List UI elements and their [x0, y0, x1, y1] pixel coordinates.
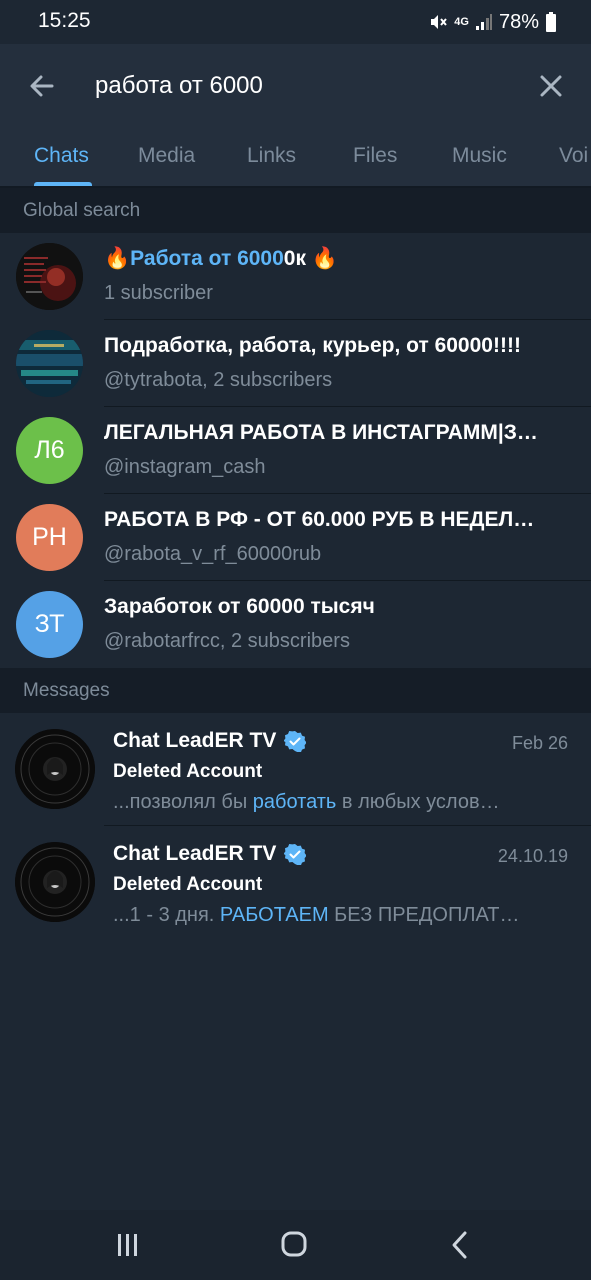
preview-highlight: РАБОТАЕМ — [219, 904, 329, 926]
chat-subtitle: @instagram_cash — [104, 456, 266, 478]
tab-links[interactable]: Links — [247, 144, 296, 168]
chat-subtitle: @tytrabota, 2 subscribers — [104, 369, 333, 391]
search-tabs: Chats Media Links Files Music Voi — [0, 136, 591, 187]
chat-name: Chat LeadER TV — [113, 729, 277, 752]
message-chat-title: Chat LeadER TV — [113, 729, 307, 753]
verified-badge-icon — [284, 844, 307, 865]
chat-subtitle: @rabota_v_rf_60000rub — [104, 543, 322, 565]
title-rest: 0к 🔥 — [283, 247, 338, 270]
section-header-messages: Messages — [0, 668, 591, 713]
global-result-row[interactable]: РН РАБОТА В РФ - ОТ 60.000 РУБ В НЕДЕЛ… … — [0, 494, 591, 581]
battery-icon — [546, 12, 556, 32]
chat-avatar-image — [15, 729, 95, 809]
avatar-initials: РН — [16, 504, 83, 571]
recent-apps-button[interactable] — [108, 1230, 148, 1260]
preview-after: БЕЗ ПРЕДОПЛАТ… — [328, 904, 520, 926]
back-chevron-icon — [452, 1231, 467, 1259]
clear-search-button[interactable] — [533, 68, 569, 104]
recent-apps-icon — [118, 1234, 137, 1256]
chat-title: Заработок от 60000 тысяч — [104, 595, 375, 618]
tab-voice[interactable]: Voi — [559, 144, 588, 168]
chat-subtitle: @rabotarfrcc, 2 subscribers — [104, 630, 350, 652]
avatar-initials: ЗТ — [16, 591, 83, 658]
channel-avatar-image — [16, 243, 83, 310]
channel-avatar-image — [16, 330, 83, 397]
battery-percent: 78% — [498, 10, 539, 33]
message-preview: ...1 - 3 дня. РАБОТАЕМ БЕЗ ПРЕДОПЛАТ… — [113, 904, 519, 927]
signal-icon — [475, 14, 492, 30]
message-result-row[interactable]: Chat LeadER TV 24.10.19 Deleted Account … — [0, 826, 591, 939]
chat-title: Подработка, работа, курьер, от 60000!!!! — [104, 334, 521, 357]
tab-files[interactable]: Files — [353, 144, 397, 168]
status-icons: 4G 78% — [428, 9, 557, 35]
search-header: Chats Media Links Files Music Voi — [0, 44, 591, 187]
message-preview: ...позволял бы работать в любых услов… — [113, 791, 500, 814]
close-icon — [540, 75, 562, 97]
arrow-left-icon — [30, 75, 54, 97]
status-bar: 15:25 4G 78% — [0, 0, 591, 44]
global-result-row[interactable]: Подработка, работа, курьер, от 60000!!!!… — [0, 320, 591, 407]
verified-badge-icon — [284, 731, 307, 752]
message-sender: Deleted Account — [113, 761, 263, 782]
fire-emoji: 🔥 — [104, 247, 131, 270]
chat-name: Chat LeadER TV — [113, 842, 277, 865]
avatar-image — [16, 243, 83, 310]
avatar-image — [16, 330, 83, 397]
section-header-global-search: Global search — [0, 188, 591, 233]
global-result-row[interactable]: 🔥Работа от 60000к 🔥 1 subscriber — [0, 233, 591, 320]
tab-chats[interactable]: Chats — [34, 144, 89, 168]
message-date: 24.10.19 — [497, 846, 568, 866]
avatar-image — [15, 842, 95, 922]
message-chat-title: Chat LeadER TV — [113, 842, 307, 866]
global-result-row[interactable]: ЗТ Заработок от 60000 тысяч @rabotarfrcc… — [0, 581, 591, 668]
home-button[interactable] — [274, 1230, 314, 1260]
nav-back-button[interactable] — [440, 1230, 480, 1260]
tab-media[interactable]: Media — [138, 144, 195, 168]
message-sender: Deleted Account — [113, 874, 263, 895]
back-button[interactable] — [24, 68, 60, 104]
message-result-row[interactable]: Chat LeadER TV Feb 26 Deleted Account ..… — [0, 713, 591, 826]
chat-title: РАБОТА В РФ - ОТ 60.000 РУБ В НЕДЕЛ… — [104, 508, 535, 531]
chat-avatar-image — [15, 842, 95, 922]
preview-after: в любых услов… — [336, 791, 500, 813]
chat-subtitle: 1 subscriber — [104, 282, 213, 304]
global-result-row[interactable]: Л6 ЛЕГАЛЬНАЯ РАБОТА В ИНСТАГРАММ|З… @ins… — [0, 407, 591, 494]
status-time: 15:25 — [38, 9, 91, 32]
chat-title: ЛЕГАЛЬНАЯ РАБОТА В ИНСТАГРАММ|З… — [104, 421, 538, 444]
message-date: Feb 26 — [511, 733, 568, 753]
search-input[interactable] — [95, 66, 515, 106]
preview-before: ...позволял бы — [113, 791, 253, 813]
home-icon — [281, 1231, 307, 1257]
preview-before: ...1 - 3 дня. — [113, 904, 220, 926]
tab-music[interactable]: Music — [452, 144, 507, 168]
network-type-label: 4G — [454, 16, 469, 28]
avatar-image — [15, 729, 95, 809]
system-navigation-bar — [0, 1210, 591, 1280]
mute-icon — [431, 15, 448, 29]
preview-highlight: работать — [252, 791, 337, 813]
chat-title: 🔥Работа от 60000к 🔥 — [104, 247, 338, 271]
title-highlight: Работа от 6000 — [130, 247, 284, 270]
avatar-initials: Л6 — [16, 417, 83, 484]
